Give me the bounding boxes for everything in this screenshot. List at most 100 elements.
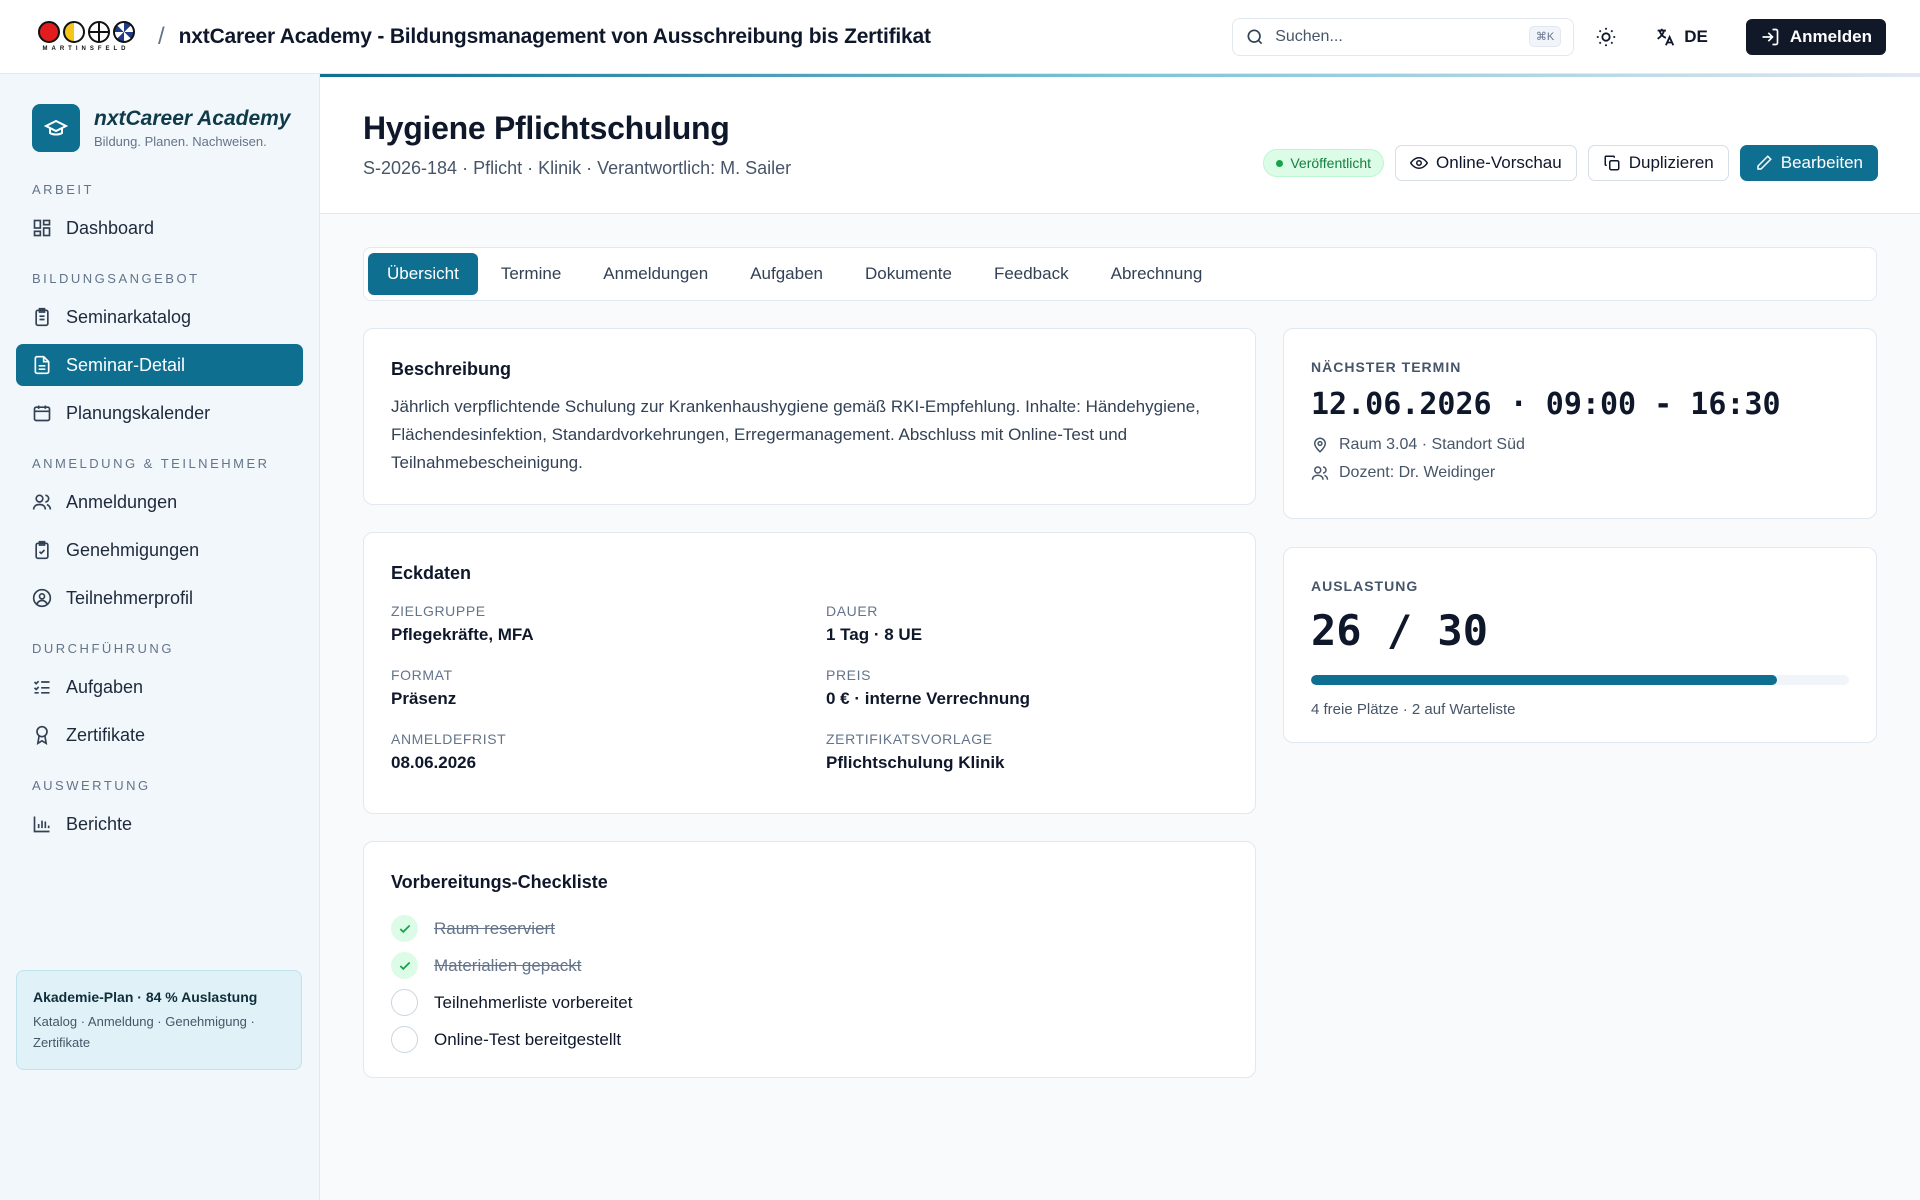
- checkbox[interactable]: [391, 1026, 418, 1053]
- description-title: Beschreibung: [391, 359, 512, 379]
- check-icon: [399, 961, 410, 970]
- fact-label: ANMELDEFRIST: [391, 731, 507, 747]
- dashboard-icon: [33, 219, 51, 237]
- page-subtitle: S-2026-184 · Pflicht · Klinik · Verantwo…: [363, 158, 792, 178]
- sidebar-item-planungskalender[interactable]: Planungskalender: [16, 392, 303, 434]
- checklist-item-label: Online-Test bereitgestellt: [434, 1029, 622, 1049]
- page-header: Hygiene Pflichtschulung S-2026-184 · Pfl…: [320, 74, 1920, 214]
- edit-label: Bearbeiten: [1780, 153, 1863, 172]
- sidebar: nxtCareer Academy Bildung. Planen. Nachw…: [0, 74, 320, 1200]
- sidebar-item-teilnehmerprofil[interactable]: Teilnehmerprofil: [16, 577, 303, 619]
- next-date-label: NÄCHSTER TERMIN: [1311, 359, 1462, 375]
- search-icon: [1247, 29, 1263, 44]
- language-label: DE: [1684, 26, 1708, 46]
- next-date-location: Raum 3.04 · Standort Süd: [1311, 436, 1849, 454]
- sidebar-item-aufgaben[interactable]: Aufgaben: [16, 666, 303, 708]
- copy-icon: [1604, 155, 1620, 171]
- nav-section-title: BILDUNGSANGEBOT: [32, 271, 200, 286]
- nav-section-title: ANMELDUNG & TEILNEHMER: [32, 456, 270, 471]
- language-switch[interactable]: DE: [1654, 26, 1708, 48]
- theme-toggle-button[interactable]: [1586, 17, 1626, 57]
- checkbox[interactable]: [391, 915, 418, 942]
- sidebar-item-genehmigungen[interactable]: Genehmigungen: [16, 529, 303, 571]
- tab-uebersicht[interactable]: Übersicht: [368, 253, 478, 295]
- checkbox[interactable]: [391, 989, 418, 1016]
- search-input[interactable]: Suchen... ⌘K: [1232, 17, 1575, 56]
- tab-aufgaben[interactable]: Aufgaben: [731, 253, 842, 295]
- fact-value: 08.06.2026: [391, 753, 477, 772]
- translate-icon: [1657, 28, 1675, 46]
- edit-button[interactable]: Bearbeiten: [1739, 145, 1878, 181]
- sidebar-item-label: Anmeldungen: [66, 491, 178, 512]
- login-button[interactable]: Anmelden: [1745, 18, 1886, 55]
- map-pin-icon: [1313, 437, 1327, 453]
- login-icon: [1762, 28, 1779, 45]
- tab-feedback[interactable]: Feedback: [975, 253, 1088, 295]
- award-icon: [36, 725, 48, 745]
- checklist-item[interactable]: Materialien gepackt: [391, 947, 632, 984]
- next-date-card: NÄCHSTER TERMIN 12.06.2026 · 09:00 - 16:…: [1283, 328, 1877, 519]
- sidebar-item-label: Planungskalender: [66, 402, 211, 423]
- sidebar-item-seminar-detail[interactable]: Seminar-Detail: [16, 344, 303, 386]
- next-date-lecturer: Dozent: Dr. Weidinger: [1311, 464, 1849, 482]
- sidebar-item-zertifikate[interactable]: Zertifikate: [16, 714, 303, 756]
- nav-section-title: ARBEIT: [32, 182, 94, 197]
- graduation-cap-icon: [32, 104, 80, 152]
- fact-value: Präsenz: [391, 689, 457, 708]
- brand-tagline: Bildung. Planen. Nachweisen.: [94, 134, 267, 149]
- nav-section-title: DURCHFÜHRUNG: [32, 641, 174, 656]
- logo-cross-circle: [87, 21, 110, 43]
- nav-section-arbeit: ARBEIT Dashboard: [16, 182, 303, 249]
- martinsfeld-logo[interactable]: MARTINSFELD: [34, 21, 138, 52]
- logo-yellow-circle: [62, 21, 85, 43]
- login-label: Anmelden: [1789, 26, 1872, 46]
- sidebar-item-label: Seminar-Detail: [66, 354, 186, 375]
- app-title: nxtCareer Academy - Bildungsmanagement v…: [178, 24, 931, 48]
- tab-anmeldungen[interactable]: Anmeldungen: [584, 253, 727, 295]
- utilization-note: 4 freie Plätze · 2 auf Warteliste: [1311, 701, 1516, 718]
- nav-section-bildungsangebot: BILDUNGSANGEBOT Seminarkatalog Seminar-D…: [16, 271, 303, 434]
- calendar-icon: [33, 405, 51, 422]
- eye-icon: [1410, 156, 1429, 170]
- fact-anmeldefrist: ANMELDEFRIST 08.06.2026: [391, 731, 826, 773]
- users-icon: [1311, 466, 1329, 480]
- checklist-item[interactable]: Online-Test bereitgestellt: [391, 1021, 632, 1058]
- checklist-item[interactable]: Teilnehmerliste vorbereitet: [391, 984, 632, 1021]
- sidebar-item-label: Zertifikate: [66, 724, 146, 745]
- checklist-item[interactable]: Raum reserviert: [391, 910, 632, 947]
- tab-abrechnung[interactable]: Abrechnung: [1092, 253, 1222, 295]
- plan-title: Akademie-Plan · 84 % Auslastung: [33, 989, 258, 1005]
- sidebar-item-seminarkatalog[interactable]: Seminarkatalog: [16, 296, 303, 338]
- sidebar-item-berichte[interactable]: Berichte: [16, 803, 303, 845]
- nav-section-anmeldung: ANMELDUNG & TEILNEHMER Anmeldungen Geneh…: [16, 456, 303, 619]
- next-date-value: 12.06.2026 · 09:00 - 16:30: [1311, 387, 1781, 422]
- fact-dauer: DAUER 1 Tag · 8 UE: [826, 603, 1226, 645]
- tab-bar: Übersicht Termine Anmeldungen Aufgaben D…: [363, 247, 1877, 301]
- lecturer-text: Dozent: Dr. Weidinger: [1339, 464, 1496, 481]
- bar-chart-icon: [33, 816, 50, 833]
- description-card: Beschreibung Jährlich verpflichtende Sch…: [363, 328, 1256, 505]
- sidebar-item-label: Berichte: [66, 813, 133, 834]
- checkbox[interactable]: [391, 952, 418, 979]
- utilization-card: AUSLASTUNG 26 / 30 4 freie Plätze · 2 au…: [1283, 547, 1877, 743]
- checklist: Raum reserviert Materialien gepackt Teil…: [391, 910, 632, 1058]
- user-circle-icon: [32, 588, 52, 608]
- clipboard-icon: [35, 307, 49, 327]
- checklist-title: Vorbereitungs-Checkliste: [391, 872, 608, 892]
- checklist-item-label: Materialien gepackt: [434, 955, 582, 975]
- brand[interactable]: nxtCareer Academy Bildung. Planen. Nachw…: [16, 104, 303, 152]
- header-accent-line: [320, 74, 1920, 77]
- fact-zertifikatsvorlage: ZERTIFIKATSVORLAGE Pflichtschulung Klini…: [826, 731, 1226, 773]
- tab-dokumente[interactable]: Dokumente: [846, 253, 971, 295]
- users-icon: [32, 494, 52, 510]
- key-facts-grid: ZIELGRUPPE Pflegekräfte, MFA DAUER 1 Tag…: [391, 603, 1231, 773]
- duplicate-button[interactable]: Duplizieren: [1587, 145, 1729, 181]
- sidebar-item-label: Dashboard: [66, 217, 155, 238]
- sidebar-item-anmeldungen[interactable]: Anmeldungen: [16, 481, 303, 523]
- online-preview-button[interactable]: Online-Vorschau: [1395, 145, 1577, 181]
- sidebar-item-dashboard[interactable]: Dashboard: [16, 207, 303, 249]
- fact-value: Pflegekräfte, MFA: [391, 625, 534, 644]
- plan-subtitle: Katalog · Anmeldung · Genehmigung · Zert…: [33, 1014, 255, 1050]
- tab-termine[interactable]: Termine: [482, 253, 580, 295]
- document-icon: [34, 355, 50, 375]
